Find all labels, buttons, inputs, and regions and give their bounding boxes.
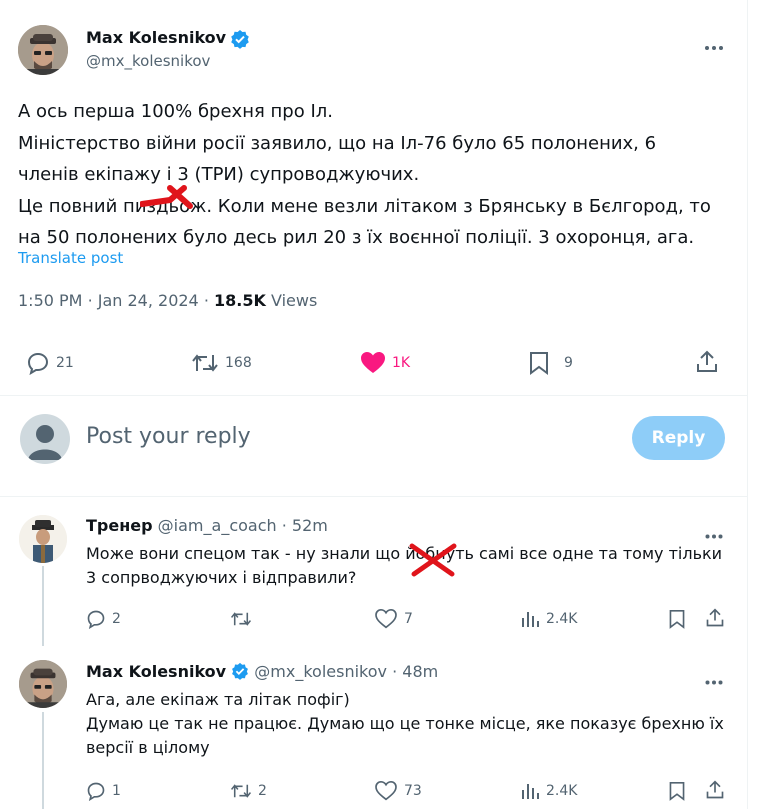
repost-icon: [191, 351, 219, 375]
divider: [0, 395, 747, 396]
reply-text-line: Думаю це так не працює. Думаю що це тонк…: [86, 714, 724, 733]
meta-separator: ·: [87, 291, 98, 310]
bookmark-action[interactable]: 9: [528, 351, 573, 375]
user-avatar[interactable]: [20, 414, 70, 464]
reply-header: Max Kolesnikov @mx_kolesnikov · 48m: [86, 662, 438, 684]
reply-avatar[interactable]: [19, 660, 67, 708]
heart-icon: [360, 351, 386, 375]
bookmark-icon: [668, 609, 686, 629]
share-action[interactable]: [695, 350, 719, 374]
author-avatar[interactable]: [18, 25, 68, 75]
like-count: 1K: [392, 355, 411, 371]
heart-icon: [375, 609, 397, 629]
like-count: 7: [404, 611, 413, 627]
tweet-text-line: А ось перша 100% брехня про Іл.: [18, 101, 333, 122]
reply-text-line: Ага, але екіпаж та літак пофіг): [86, 690, 350, 709]
reply-text: Ага, але екіпаж та літак пофіг) Думаю це…: [86, 688, 736, 760]
bookmark-action[interactable]: [668, 609, 686, 629]
tweet-text-line: Це повний пиздьож. Коли мене везли літак…: [18, 195, 711, 217]
divider: [0, 496, 747, 497]
like-action[interactable]: 1K: [360, 351, 410, 375]
like-action[interactable]: 7: [375, 609, 413, 629]
reply-header: Тренер @iam_a_coach · 52m: [86, 516, 328, 535]
tweet-text-line: Міністерство війни росії заявило, що на …: [18, 132, 657, 154]
views-action[interactable]: 2.4K: [520, 609, 577, 629]
tweet-text-line: на 50 полонених було десь рил 20 з їх во…: [18, 227, 695, 248]
analytics-icon: [520, 609, 540, 629]
tweet-text: А ось перша 100% брехня про Іл. Міністер…: [18, 96, 738, 254]
more-options-icon[interactable]: [705, 670, 723, 689]
reply-author-name[interactable]: Тренер: [86, 516, 153, 535]
bookmark-count: 9: [564, 355, 573, 371]
heart-icon: [375, 781, 397, 801]
repost-action[interactable]: 168: [191, 351, 252, 375]
reply-count: 1: [112, 783, 121, 799]
reply-input[interactable]: Post your reply: [86, 424, 606, 449]
reply-avatar[interactable]: [19, 515, 67, 563]
reply-time[interactable]: 52m: [292, 516, 328, 535]
share-icon: [695, 350, 719, 374]
meta-separator: ·: [281, 516, 287, 535]
repost-icon: [230, 609, 252, 629]
author-handle[interactable]: @mx_kolesnikov: [86, 52, 210, 70]
reply-icon: [86, 781, 106, 801]
like-count: 73: [404, 783, 422, 799]
tweet-meta: 1:50 PM · Jan 24, 2024 · 18.5K Views: [18, 291, 317, 310]
verified-badge-icon: [231, 662, 249, 684]
reply-action[interactable]: 21: [26, 351, 74, 375]
share-icon: [705, 608, 725, 628]
more-options-icon[interactable]: [704, 36, 724, 55]
reply-action[interactable]: 1: [86, 781, 121, 801]
like-action[interactable]: 73: [375, 781, 422, 801]
thread-line: [42, 712, 44, 809]
views-count: 18.5K: [214, 291, 266, 310]
repost-count: 2: [258, 783, 267, 799]
repost-icon: [230, 781, 252, 801]
views-count: 2.4K: [546, 611, 578, 627]
bookmark-action[interactable]: [668, 781, 686, 801]
reply-text-line: версії в цілому: [86, 738, 210, 757]
reply-icon: [26, 351, 50, 375]
repost-count: 168: [225, 355, 252, 371]
tweet-time[interactable]: 1:50 PM: [18, 291, 82, 310]
meta-separator: ·: [203, 291, 214, 310]
more-options-icon[interactable]: [705, 524, 723, 543]
reply-action[interactable]: 2: [86, 609, 121, 629]
tweet-date[interactable]: Jan 24, 2024: [98, 291, 199, 310]
translate-post-link[interactable]: Translate post: [18, 249, 123, 267]
views-count: 2.4K: [546, 783, 578, 799]
censor-mark: [140, 185, 193, 209]
censor-mark: [409, 543, 457, 577]
reply-count: 2: [112, 611, 121, 627]
repost-action[interactable]: [230, 609, 258, 629]
reply-author-handle[interactable]: @mx_kolesnikov: [254, 662, 387, 681]
right-divider: [747, 0, 748, 809]
meta-separator: ·: [392, 662, 398, 681]
bookmark-icon: [668, 781, 686, 801]
verified-badge-icon: [230, 29, 250, 53]
share-icon: [705, 780, 725, 800]
views-action[interactable]: 2.4K: [520, 781, 577, 801]
reply-author-handle[interactable]: @iam_a_coach: [158, 516, 277, 535]
bookmark-icon: [528, 351, 550, 375]
reply-time[interactable]: 48m: [402, 662, 438, 681]
reply-count: 21: [56, 355, 74, 371]
reply-icon: [86, 609, 106, 629]
tweet-text-line: членів екіпажу і 3 (ТРИ) супроводжуючих.: [18, 164, 420, 185]
share-action[interactable]: [705, 608, 725, 628]
share-action[interactable]: [705, 780, 725, 800]
reply-author-name[interactable]: Max Kolesnikov: [86, 662, 226, 681]
thread-line: [42, 566, 44, 646]
views-label: Views: [270, 291, 318, 310]
author-name[interactable]: Max Kolesnikov: [86, 28, 226, 47]
repost-action[interactable]: 2: [230, 781, 267, 801]
analytics-icon: [520, 781, 540, 801]
reply-button[interactable]: Reply: [632, 416, 725, 460]
